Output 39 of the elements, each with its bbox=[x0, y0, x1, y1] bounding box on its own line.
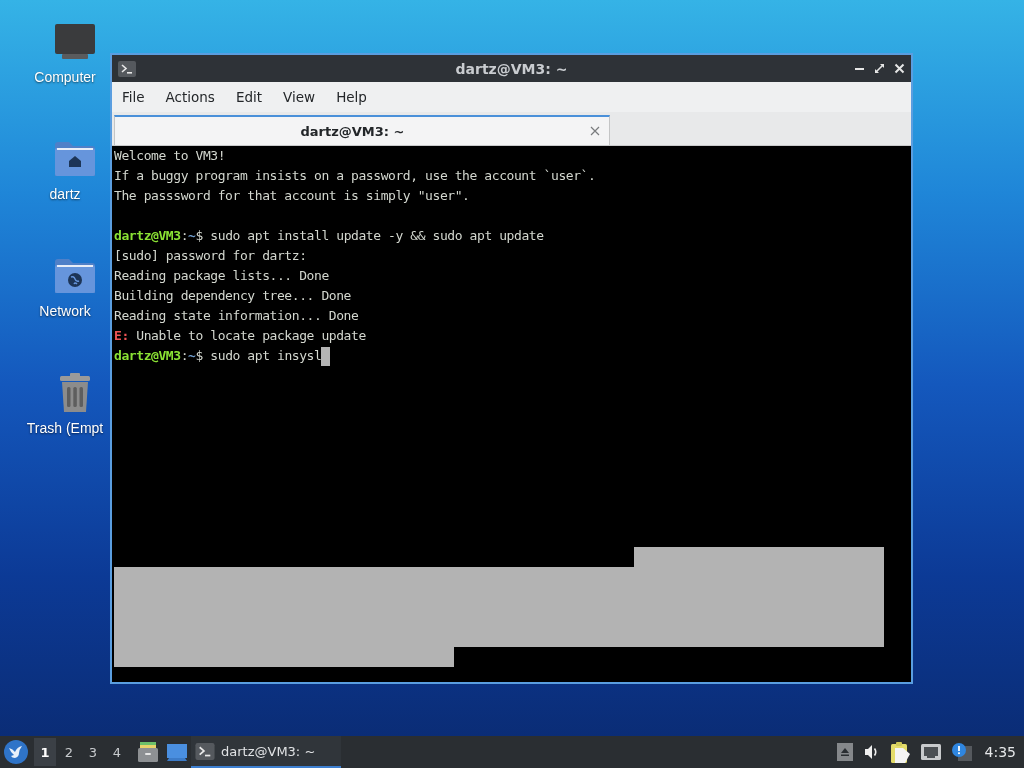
network-port-icon[interactable] bbox=[920, 744, 941, 760]
screen-icon[interactable] bbox=[167, 743, 187, 761]
maximize-icon[interactable] bbox=[874, 63, 885, 74]
terminal-line: dartz@VM3:~$ sudo apt install update -y && sudo apt update bbox=[114, 227, 544, 245]
terminal-line: Reading package lists... Done bbox=[114, 267, 329, 285]
taskbar-task-button[interactable]: dartz@VM3: ~ bbox=[191, 736, 341, 768]
terminal-line: Building dependency tree... Done bbox=[114, 287, 351, 305]
network-folder-icon[interactable] bbox=[54, 256, 96, 296]
bird-icon[interactable] bbox=[4, 740, 28, 764]
workspace-button[interactable]: 2 bbox=[58, 738, 80, 766]
terminal-line: [sudo] password for dartz: bbox=[114, 247, 307, 265]
terminal-line: dartz@VM3:~$ sudo apt insysl bbox=[114, 347, 322, 365]
menu-item[interactable]: File bbox=[112, 85, 155, 109]
window-title: dartz@VM3: ~ bbox=[454, 60, 569, 77]
terminal-line: Welcome to VM3! bbox=[114, 147, 226, 165]
desktop-icon-label[interactable]: Trash (Empt bbox=[26, 419, 104, 437]
terminal-line: The passsword for that account is simply "user". bbox=[114, 187, 470, 205]
terminal-line: E: Unable to locate package update bbox=[114, 327, 366, 345]
eject-icon[interactable] bbox=[836, 743, 853, 761]
terminal-line: Reading state information... Done bbox=[114, 307, 359, 325]
workspace-button[interactable]: 3 bbox=[82, 738, 104, 766]
monitor-icon[interactable] bbox=[54, 22, 96, 62]
desktop-icon-label[interactable]: dartz bbox=[49, 185, 81, 203]
home-folder-icon[interactable] bbox=[54, 139, 96, 179]
clipboard-icon[interactable] bbox=[890, 741, 910, 763]
desktop-icon-label[interactable]: Network bbox=[39, 302, 91, 320]
terminal-icon bbox=[195, 742, 215, 760]
workspace-button[interactable]: 4 bbox=[106, 738, 128, 766]
menu-item[interactable]: View bbox=[273, 85, 326, 109]
file-drawer-icon[interactable] bbox=[138, 742, 158, 762]
clock[interactable]: 4:35 bbox=[984, 744, 1016, 760]
terminal-tab[interactable]: dartz@VM3: ~ bbox=[114, 115, 610, 145]
terminal-icon bbox=[118, 60, 136, 77]
terminal-line: If a buggy program insists on a password, use the account `user`. bbox=[114, 167, 596, 185]
menu-item[interactable]: Help bbox=[326, 85, 377, 109]
menu-item[interactable]: Actions bbox=[155, 85, 225, 109]
notification-icon[interactable] bbox=[951, 743, 972, 761]
menu-item[interactable]: Edit bbox=[225, 85, 273, 109]
workspace-button[interactable]: 1 bbox=[34, 738, 56, 766]
